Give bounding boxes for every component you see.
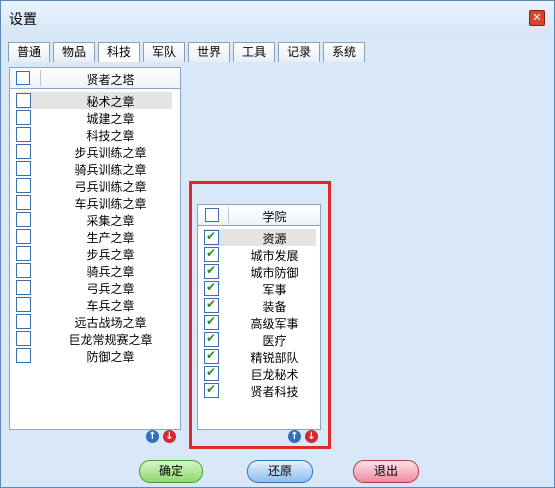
list-item[interactable]: 骑兵训练之章 [16,160,172,177]
tab-items[interactable]: 物品 [53,42,95,63]
item-checkbox[interactable] [16,195,31,210]
reset-button[interactable]: 还原 [247,460,313,483]
left-list-panel: 贤者之塔 秘术之章城建之章科技之章步兵训练之章 骑兵训练之章 弓兵训练之章 车兵训练之… [9,67,181,430]
tab-world[interactable]: 世界 [188,42,230,63]
list-item[interactable]: 城建之章 [16,109,172,126]
tab-army[interactable]: 军队 [143,42,185,63]
item-label: 车兵训练之章 [74,197,147,211]
item-checkbox[interactable] [16,144,31,159]
list-item[interactable]: 步兵之章 [16,245,172,262]
item-checkbox[interactable] [16,348,31,363]
item-checkbox[interactable] [16,297,31,312]
select-all-checkbox[interactable] [16,71,30,85]
tab-system[interactable]: 系统 [323,42,365,63]
item-checkbox[interactable] [16,229,31,244]
left-list-title: 贤者之塔 [86,73,135,87]
item-label: 城建之章 [86,112,135,126]
left-list-header: 贤者之塔 [10,68,180,89]
item-label: 弓兵之章 [86,282,135,296]
item-label: 步兵之章 [86,248,135,262]
item-checkbox[interactable] [16,110,31,125]
item-label: 骑兵训练之章 [74,163,147,177]
item-checkbox[interactable] [16,127,31,142]
item-label: 骑兵之章 [86,265,135,279]
tab-tech[interactable]: 科技 [98,42,140,63]
list-item[interactable]: 步兵训练之章 [16,143,172,160]
item-label: 科技之章 [86,129,135,143]
list-item[interactable]: 骑兵之章 [16,262,172,279]
item-checkbox[interactable] [16,331,31,346]
move-up-icon[interactable]: ↑ [146,430,159,443]
list-item[interactable]: 巨龙常规赛之章 [16,330,172,347]
tab-records[interactable]: 记录 [278,42,320,63]
settings-window: 设置 ✕ 普通 物品 科技 军队 世界 工具 记录 系统 贤者之塔 秘术之章城建… [0,0,555,488]
list-item[interactable]: 生产之章 [16,228,172,245]
list-item[interactable]: 弓兵之章 [16,279,172,296]
item-label: 弓兵训练之章 [74,180,147,194]
item-label: 远古战场之章 [74,316,147,330]
confirm-button[interactable]: 确定 [139,460,203,483]
item-label: 秘术之章 [86,95,135,109]
window-title: 设置 [9,12,37,28]
exit-button[interactable]: 退出 [353,460,419,483]
item-label: 防御之章 [86,350,135,364]
item-label: 生产之章 [86,231,135,245]
item-checkbox[interactable] [16,263,31,278]
tab-tools[interactable]: 工具 [233,42,275,63]
item-checkbox[interactable] [16,246,31,261]
item-label: 车兵之章 [86,299,135,313]
highlight-box [189,181,331,449]
list-item[interactable]: 远古战场之章 [16,313,172,330]
move-down-icon[interactable]: ↓ [163,430,176,443]
item-checkbox[interactable] [16,93,31,108]
list-item[interactable]: 科技之章 [16,126,172,143]
list-item[interactable]: 车兵之章 [16,296,172,313]
item-checkbox[interactable] [16,280,31,295]
list-item[interactable]: 采集之章 [16,211,172,228]
close-icon[interactable]: ✕ [529,10,545,26]
item-checkbox[interactable] [16,161,31,176]
list-item[interactable]: 弓兵训练之章 [16,177,172,194]
list-item[interactable]: 秘术之章 [16,92,172,109]
list-item[interactable]: 车兵训练之章 [16,194,172,211]
item-checkbox[interactable] [16,178,31,193]
item-label: 采集之章 [86,214,135,228]
tab-general[interactable]: 普通 [8,42,50,63]
list-item[interactable]: 防御之章 [16,347,172,364]
item-checkbox[interactable] [16,314,31,329]
item-label: 步兵训练之章 [74,146,147,160]
title-bar: 设置 ✕ [1,1,554,34]
item-label: 巨龙常规赛之章 [68,333,153,347]
item-checkbox[interactable] [16,212,31,227]
